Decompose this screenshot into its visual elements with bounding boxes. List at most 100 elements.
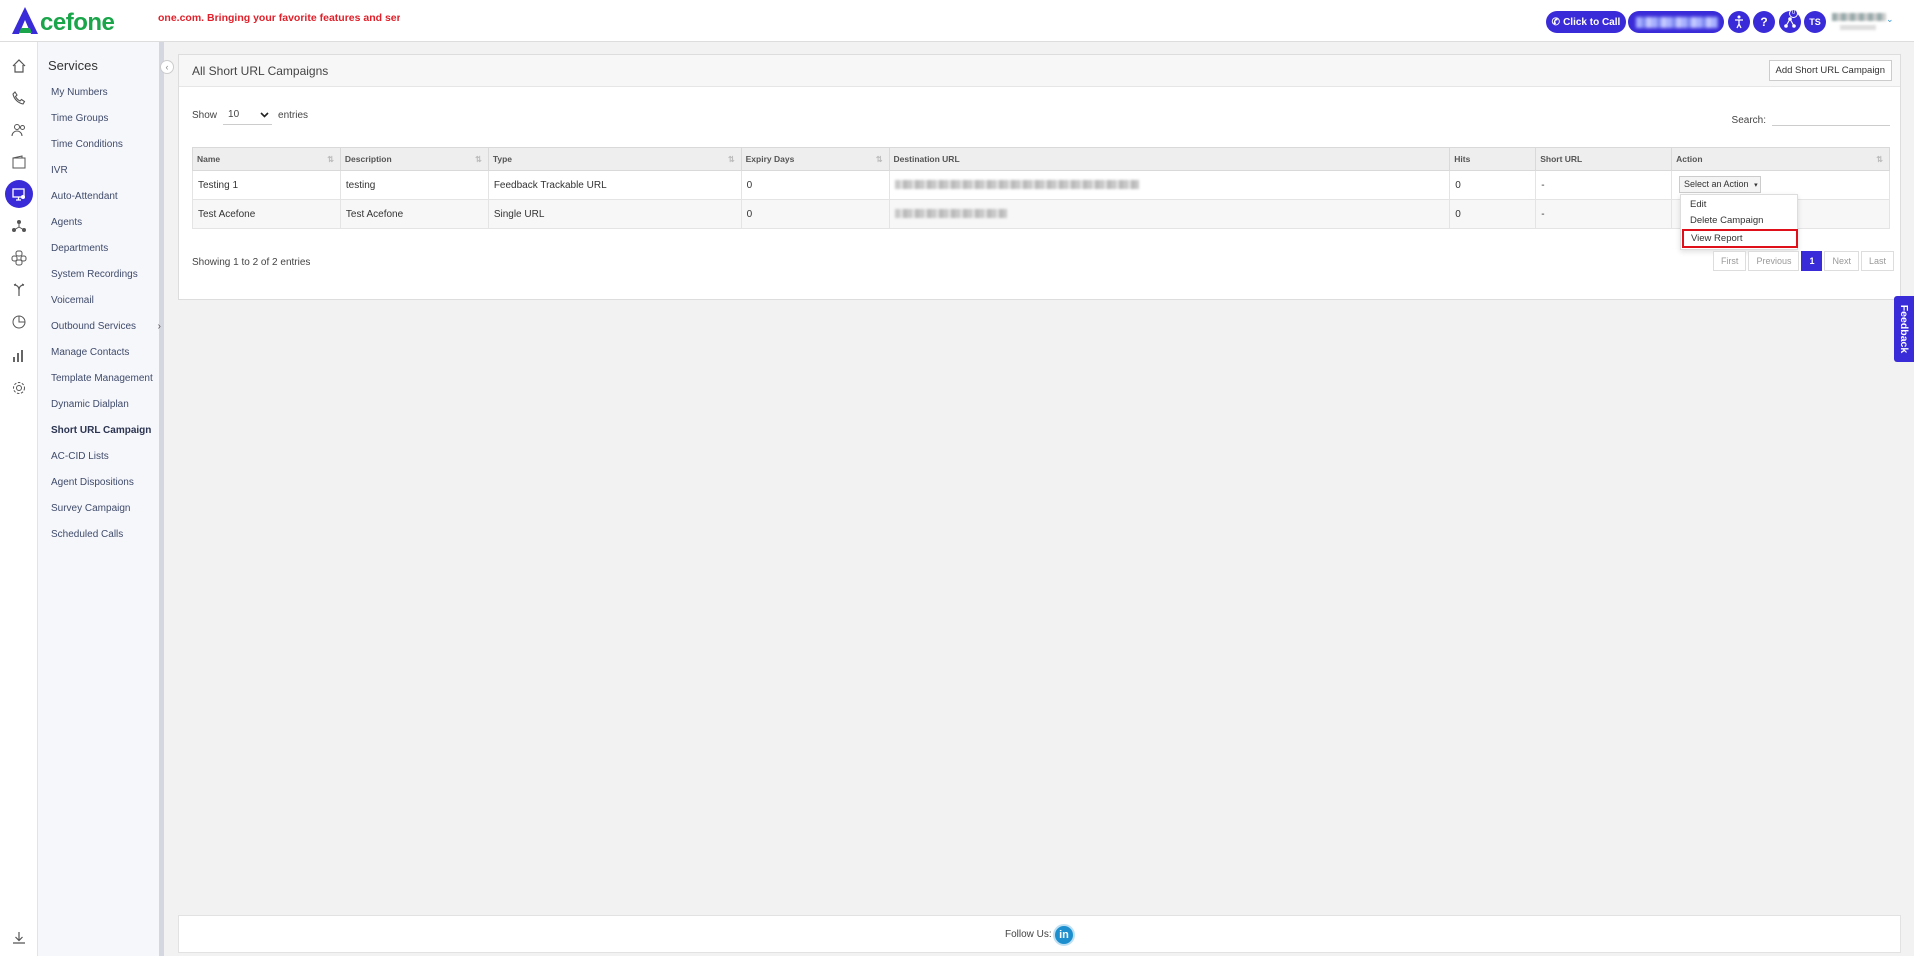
table-row: Testing 1 testing Feedback Trackable URL…	[192, 170, 1890, 200]
sidebar-item-outbound-services[interactable]: Outbound Services ›	[51, 320, 161, 346]
click-to-call-button[interactable]: ✆ Click to Call	[1546, 11, 1626, 33]
help-button[interactable]: ?	[1753, 11, 1775, 33]
sidebar-item-system-recordings[interactable]: System Recordings	[51, 268, 159, 294]
column-header-expiry-days[interactable]: Expiry Days ⇅	[740, 147, 890, 171]
notification-badge: 0	[1789, 9, 1798, 18]
panel-header: All Short URL Campaigns Add Short URL Ca…	[179, 55, 1900, 87]
chevron-left-icon: ‹	[165, 62, 169, 72]
sort-icon: ⇅	[875, 155, 883, 164]
search-control: Search:	[1732, 108, 1890, 126]
table-header-row: Name ⇅ Description ⇅ Type ⇅ Expiry Days ⇅ De…	[192, 147, 1890, 171]
cell-description: testing	[339, 170, 489, 200]
sidebar-item-agent-dispositions[interactable]: Agent Dispositions	[51, 476, 159, 502]
cell-destination-url	[888, 199, 1451, 229]
sidebar-item-time-conditions[interactable]: Time Conditions	[51, 138, 159, 164]
search-input[interactable]	[1772, 108, 1890, 126]
column-header-description[interactable]: Description ⇅	[339, 147, 489, 171]
column-label: Short URL	[1540, 154, 1583, 164]
home-icon[interactable]	[9, 56, 29, 76]
top-bar: cefone one.com. Bringing your favorite f…	[0, 0, 1914, 42]
campaigns-panel: All Short URL Campaigns Add Short URL Ca…	[178, 54, 1901, 300]
column-header-short-url[interactable]: Short URL	[1535, 147, 1673, 171]
table-row: Test Acefone Test Acefone Single URL 0 0…	[192, 199, 1890, 229]
click-to-call-label: Click to Call	[1563, 16, 1621, 28]
agent-status-button[interactable]	[1728, 11, 1750, 33]
caller-number-selector[interactable]	[1628, 11, 1724, 33]
redacted-number	[1636, 17, 1718, 28]
download-icon[interactable]	[9, 928, 29, 948]
services-icon[interactable]	[5, 180, 33, 208]
phone-nav-icon[interactable]	[9, 88, 29, 108]
accessibility-icon	[1735, 15, 1743, 29]
sidebar-item-time-groups[interactable]: Time Groups	[51, 112, 159, 138]
redacted-user-name[interactable]	[1832, 13, 1886, 21]
sort-icon: ⇅	[727, 155, 735, 164]
chevron-down-icon[interactable]: ⌄	[1886, 14, 1894, 25]
cell-description: Test Acefone	[339, 199, 489, 229]
column-header-destination-url[interactable]: Destination URL	[888, 147, 1451, 171]
next-page-button[interactable]: Next	[1824, 251, 1859, 271]
sort-icon: ⇅	[475, 155, 482, 164]
sidebar-item-agents[interactable]: Agents	[51, 216, 159, 242]
integrations-icon[interactable]	[9, 248, 29, 268]
cell-hits: 0	[1449, 170, 1537, 200]
search-label: Search:	[1731, 115, 1766, 126]
announcement-marquee: one.com. Bringing your favorite features…	[158, 12, 400, 24]
sidebar-item-template-management[interactable]: Template Management	[51, 372, 159, 398]
page-title: All Short URL Campaigns	[192, 64, 329, 78]
column-label: Description	[344, 154, 392, 164]
cell-type: Feedback Trackable URL	[487, 170, 742, 200]
sidebar-item-scheduled-calls[interactable]: Scheduled Calls	[51, 528, 159, 554]
routing-icon[interactable]	[9, 280, 29, 300]
redacted-url	[894, 180, 1139, 190]
first-page-button[interactable]: First	[1712, 251, 1747, 271]
pagination: First Previous 1 Next Last	[1712, 251, 1894, 271]
column-header-type[interactable]: Type ⇅	[487, 147, 742, 171]
action-menu: Edit Delete Campaign View Report	[1680, 194, 1798, 250]
wallet-icon[interactable]	[9, 152, 29, 172]
sidebar-item-survey-campaign[interactable]: Survey Campaign	[51, 502, 159, 528]
sidebar-item-manage-contacts[interactable]: Manage Contacts	[51, 346, 159, 372]
bar-chart-icon[interactable]	[9, 346, 29, 366]
add-short-url-campaign-button[interactable]: Add Short URL Campaign	[1768, 60, 1892, 81]
sidebar-item-ivr[interactable]: IVR	[51, 164, 159, 190]
table-info: Showing 1 to 2 of 2 entries	[192, 257, 311, 268]
cell-short-url: -	[1535, 199, 1673, 229]
action-select-dropdown[interactable]: Select an Action ▾	[1679, 176, 1761, 193]
feedback-tab[interactable]: Feedback	[1894, 296, 1914, 362]
pie-chart-icon[interactable]	[9, 312, 29, 332]
menu-item-view-report[interactable]: View Report	[1682, 229, 1798, 248]
previous-page-button[interactable]: Previous	[1748, 251, 1800, 271]
cell-name: Testing 1	[192, 170, 341, 200]
last-page-button[interactable]: Last	[1860, 251, 1894, 271]
column-header-name[interactable]: Name ⇅	[192, 147, 341, 171]
entries-select[interactable]: 10	[223, 105, 273, 125]
hierarchy-icon[interactable]	[9, 216, 29, 236]
cell-name: Test Acefone	[192, 199, 341, 229]
acefone-logo[interactable]: cefone	[12, 6, 115, 36]
sidebar-item-dynamic-dialplan[interactable]: Dynamic Dialplan	[51, 398, 159, 424]
cell-expiry-days: 0	[740, 170, 890, 200]
column-label: Name	[197, 154, 221, 164]
sidebar-item-auto-attendant[interactable]: Auto-Attendant	[51, 190, 159, 216]
sidebar-item-my-numbers[interactable]: My Numbers	[51, 86, 159, 112]
column-header-action[interactable]: Action ⇅	[1671, 147, 1890, 171]
column-label: Expiry Days	[745, 154, 795, 164]
column-header-hits[interactable]: Hits	[1449, 147, 1537, 171]
page-1-button[interactable]: 1	[1801, 251, 1823, 271]
menu-item-delete-campaign[interactable]: Delete Campaign	[1690, 215, 1763, 226]
sidebar-item-voicemail[interactable]: Voicemail	[51, 294, 159, 320]
sidebar-item-short-url-campaign[interactable]: Short URL Campaign	[51, 424, 159, 450]
linkedin-icon[interactable]: in	[1053, 924, 1075, 946]
column-label: Action	[1676, 154, 1703, 164]
settings-icon[interactable]	[9, 378, 29, 398]
sidebar-item-departments[interactable]: Departments	[51, 242, 159, 268]
sidebar-item-ac-cid-lists[interactable]: AC-CID Lists	[51, 450, 159, 476]
collapse-sidebar-button[interactable]: ‹	[160, 60, 174, 74]
users-icon[interactable]	[9, 120, 29, 140]
menu-item-edit[interactable]: Edit	[1690, 199, 1706, 210]
user-avatar[interactable]: TS	[1804, 11, 1826, 33]
logo-text: cefone	[40, 9, 115, 36]
entries-label: entries	[278, 109, 309, 121]
chevron-down-icon	[260, 111, 269, 118]
